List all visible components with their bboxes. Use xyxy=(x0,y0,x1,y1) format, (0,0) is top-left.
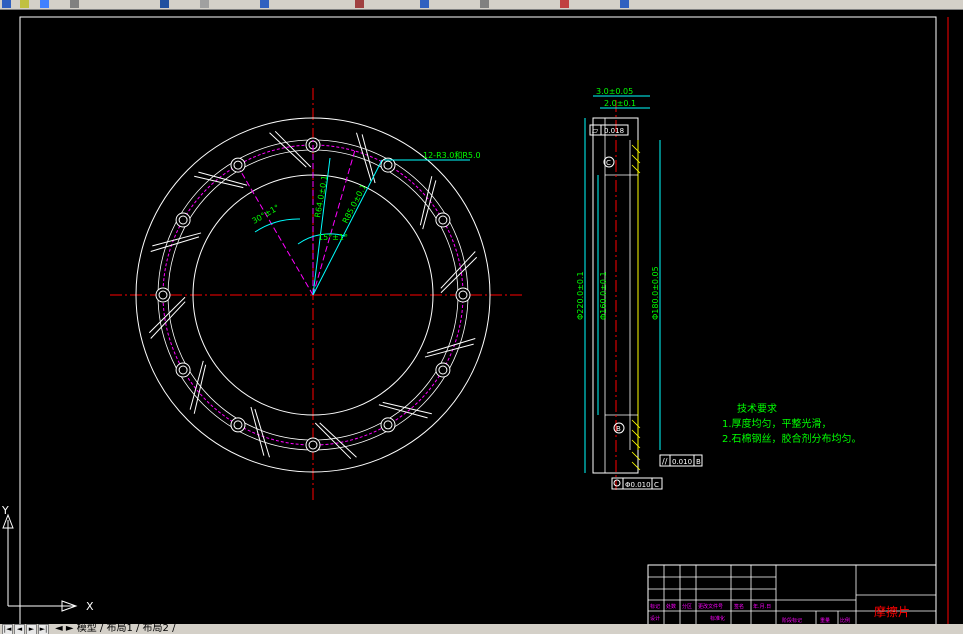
groove-line xyxy=(440,251,476,289)
tb-mark-0: 阶段标记 xyxy=(782,617,802,624)
dia-outer-label: Φ220.0±0.1 xyxy=(576,271,585,320)
tb-row1-1: 处数 xyxy=(666,603,676,610)
bolt-hole-outer xyxy=(435,362,451,378)
groove-line xyxy=(440,256,478,294)
tb-mark-1: 重量 xyxy=(820,617,830,624)
parallel-symbol: // xyxy=(662,457,668,466)
datum-c-label: C xyxy=(606,159,611,167)
bolt-hole-outer xyxy=(230,417,246,433)
new-icon[interactable] xyxy=(2,0,11,8)
flatness-symbol: ▱ xyxy=(592,126,599,135)
datum-b-label: B xyxy=(616,425,621,433)
title-block: 标记 处数 分区 更改文件号 签名 年.月.日 设计 标准化 阶段标记 重量 比… xyxy=(647,564,937,624)
paste-icon[interactable] xyxy=(260,0,269,8)
bolt-hole-outer xyxy=(455,287,471,303)
bolt-hole-outer xyxy=(380,417,396,433)
open-icon[interactable] xyxy=(20,0,29,8)
r64-label: R64.0±0.1 xyxy=(313,175,329,219)
tb-mark-2: 比例 xyxy=(840,617,850,624)
groove-line xyxy=(148,296,186,334)
bolt-hole-outer xyxy=(155,287,171,303)
layout-tab-bar: |◄ ◄ ► ►| ◄ ► 模型 / 布局1 / 布局2 / xyxy=(0,624,963,634)
tb-row2-3: 标准化 xyxy=(710,615,725,622)
ucs-x-label: X xyxy=(86,600,94,613)
copy-icon[interactable] xyxy=(200,0,209,8)
section-hatching xyxy=(631,144,641,471)
toolbar xyxy=(0,0,963,10)
flatness-value: 0.018 xyxy=(604,127,624,135)
tab-prev-icon[interactable]: ◄ xyxy=(14,624,25,634)
top-dim-1-label: 3.0±0.05 xyxy=(596,87,633,96)
runout-symbol xyxy=(613,479,621,487)
notes-line-2: 2.石棉钢丝，胶合剂分布均匀。 xyxy=(722,432,862,445)
layout-tabs[interactable]: ◄ ► 模型 / 布局1 / 布局2 / xyxy=(55,624,175,634)
groove-line xyxy=(269,132,307,168)
bolt-hole-outer xyxy=(305,437,321,453)
zoom-icon[interactable] xyxy=(560,0,569,8)
ucs-y-label: Y xyxy=(1,504,9,517)
parallel-datum: B xyxy=(696,458,701,466)
ucs-icon: X Y xyxy=(1,504,94,613)
tb-row1-4: 签名 xyxy=(734,603,744,610)
dia-mid-label: Φ160.0±0.1 xyxy=(599,271,608,320)
bolt-hole-outer xyxy=(230,157,246,173)
technical-notes: 技术要求 1.厚度均匀，平整光滑， 2.石棉钢丝，胶合剂分布均匀。 xyxy=(722,402,862,445)
section-view: C B 3.0±0.05 2.0±0.1 ▱ 0.018 Φ220.0±0.1 … xyxy=(576,87,703,490)
groove-line xyxy=(314,422,352,460)
cut-icon[interactable] xyxy=(160,0,169,8)
tb-row1-2: 分区 xyxy=(682,603,692,610)
notes-line-1: 1.厚度均匀，平整光滑， xyxy=(722,417,832,430)
bolt-hole-outer xyxy=(175,362,191,378)
parallel-value: 0.010 xyxy=(672,458,692,466)
tab-first-icon[interactable]: |◄ xyxy=(2,624,13,634)
r85-label: R85.0±0.1 xyxy=(341,183,368,225)
redo-icon[interactable] xyxy=(420,0,429,8)
bolt-hole-outer xyxy=(435,212,451,228)
angle-line-30 xyxy=(239,169,314,296)
tb-row1-0: 标记 xyxy=(650,603,660,610)
save-icon[interactable] xyxy=(40,0,49,8)
bolt-hole-outer xyxy=(175,212,191,228)
tb-row2-0: 设计 xyxy=(650,615,660,622)
top-dim-2-label: 2.0±0.1 xyxy=(604,99,636,108)
tab-next-icon[interactable]: ► xyxy=(26,624,37,634)
hole-callout-label: 12-R3.0和R5.0 xyxy=(423,151,481,160)
drawing-canvas[interactable]: 30°±1° 15°±1° R64.0±0.1 R85.0±0.1 12-R3.… xyxy=(0,10,963,624)
print-icon[interactable] xyxy=(70,0,79,8)
part-name: 摩擦片 xyxy=(874,604,910,619)
tab-last-icon[interactable]: ►| xyxy=(38,624,49,634)
angle-15-label: 15°±1° xyxy=(318,233,348,242)
tb-row1-5: 年.月.日 xyxy=(753,603,771,610)
notes-heading: 技术要求 xyxy=(737,402,777,415)
properties-icon[interactable] xyxy=(620,0,629,8)
runout-datum: C xyxy=(654,481,659,489)
drawing-border xyxy=(19,16,937,624)
front-view: 30°±1° 15°±1° R64.0±0.1 R85.0±0.1 12-R3.… xyxy=(110,88,525,500)
pan-icon[interactable] xyxy=(480,0,489,8)
undo-icon[interactable] xyxy=(355,0,364,8)
dia-inner-label: Φ180.0±0.05 xyxy=(651,266,660,320)
tb-row1-3: 更改文件号 xyxy=(698,603,723,610)
groove-line xyxy=(274,130,312,168)
runout-value: Φ0.010 xyxy=(625,481,651,489)
